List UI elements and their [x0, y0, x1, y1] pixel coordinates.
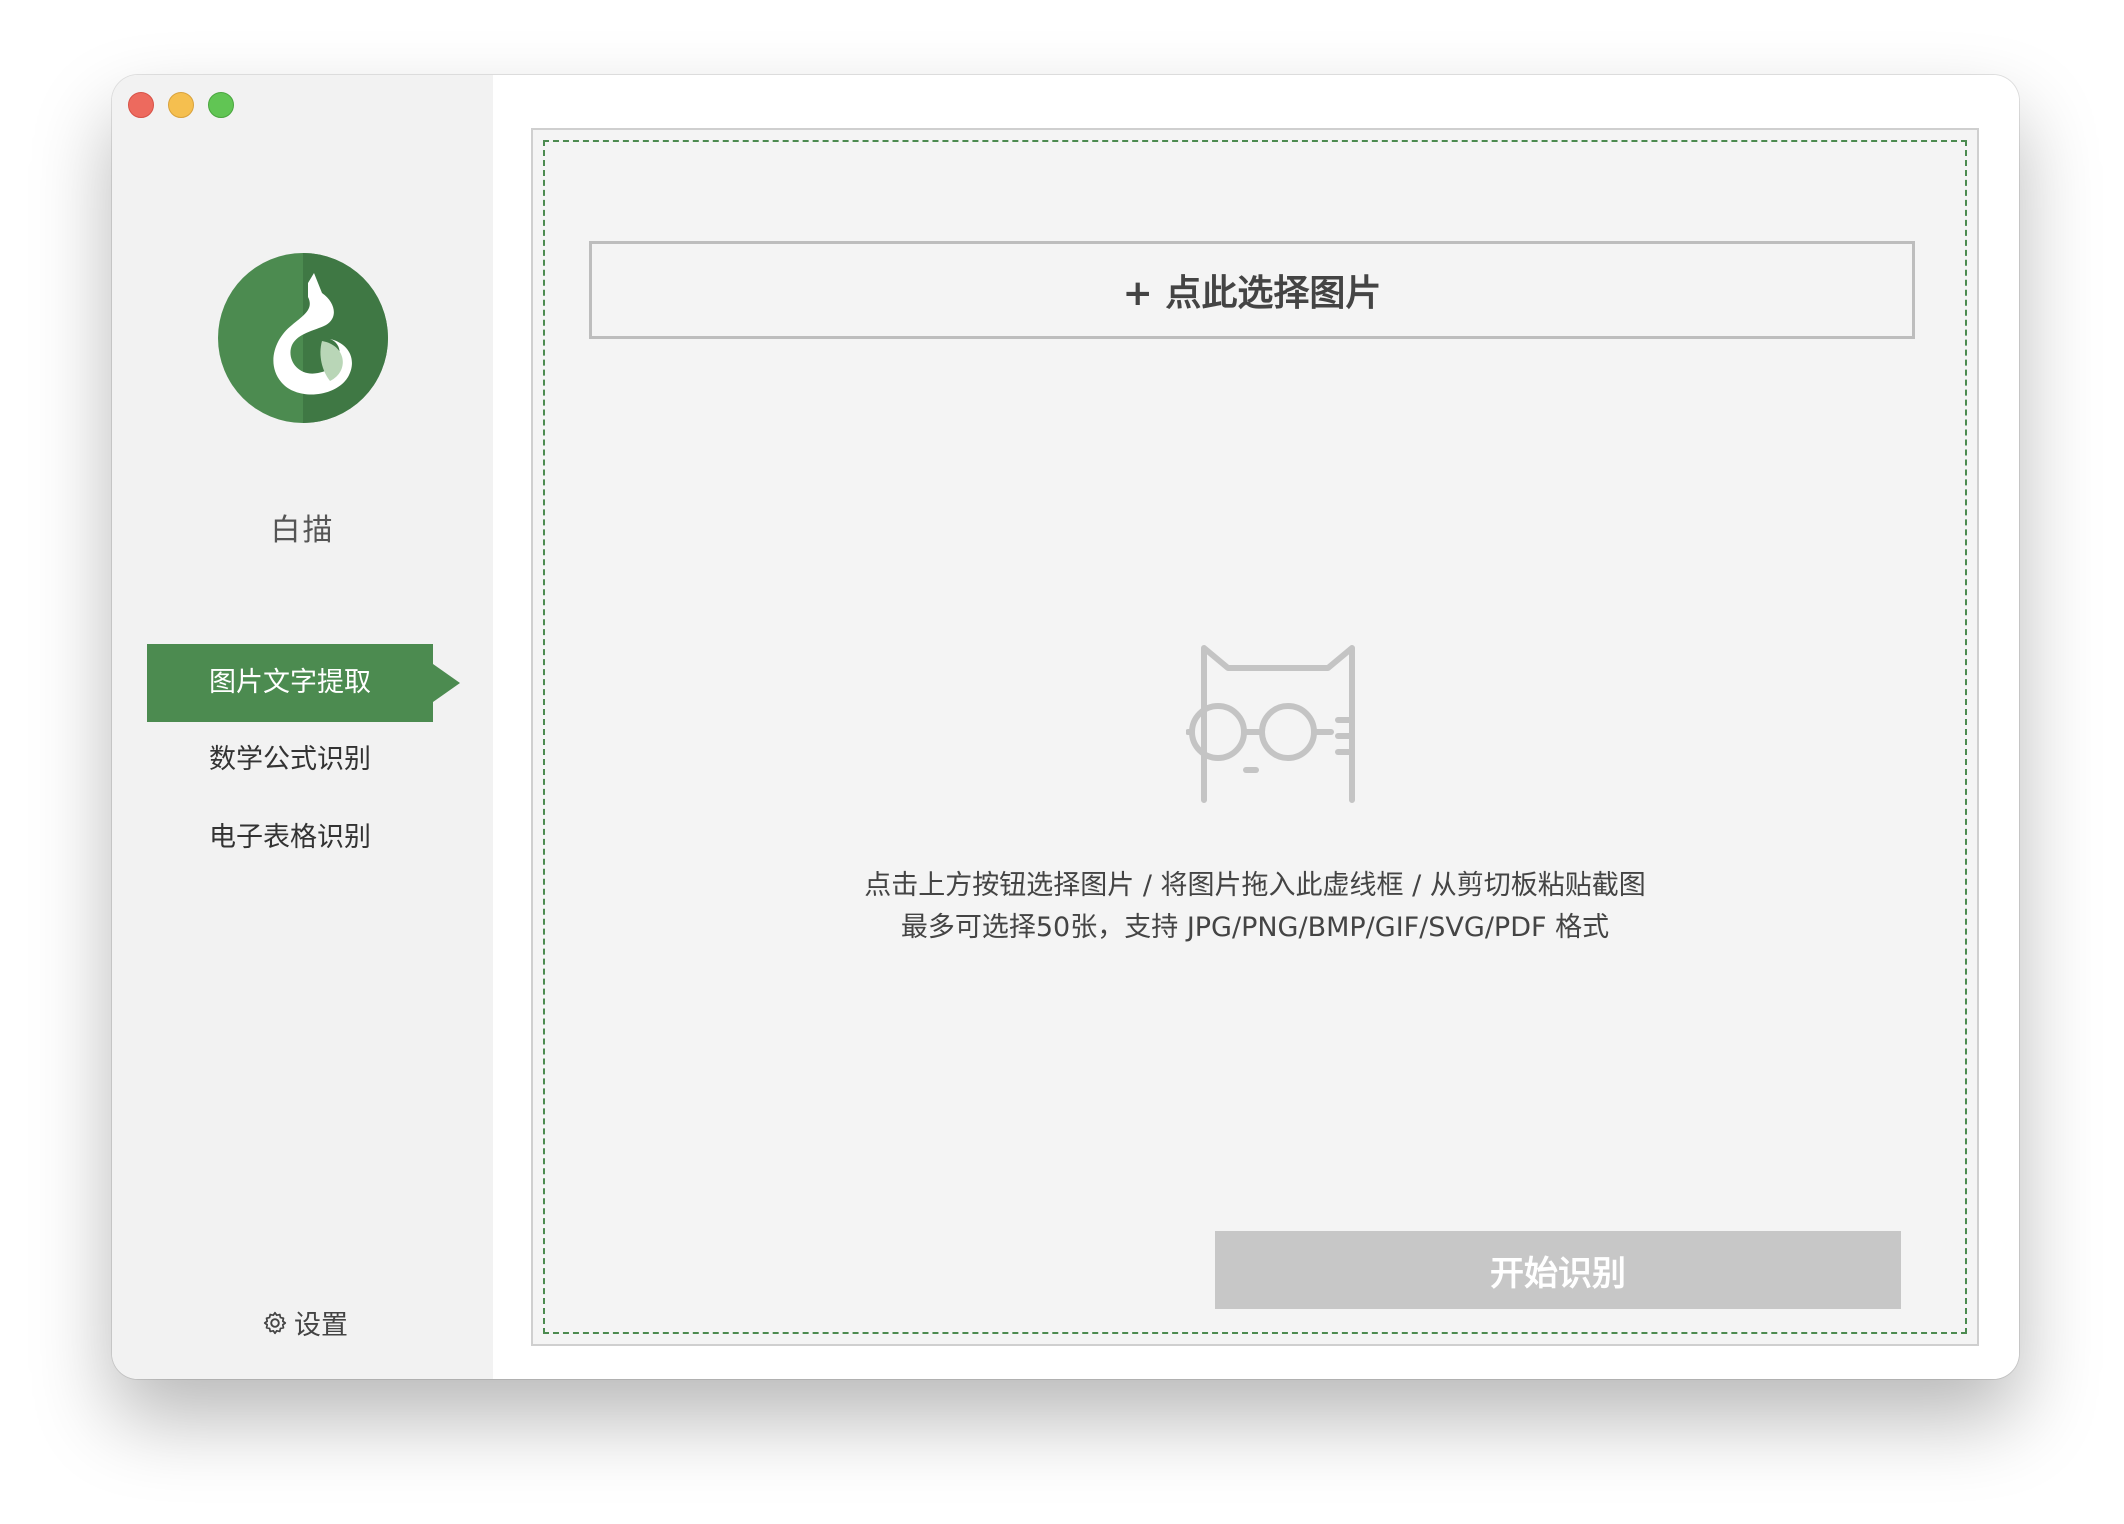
- app-window: 白描 图片文字提取 数学公式识别 电子表格识别 设置 + 点此选择图片 点击上方…: [112, 75, 2019, 1379]
- close-window-button[interactable]: [128, 92, 154, 118]
- hint-line-1: 点击上方按钮选择图片 / 将图片拖入此虚线框 / 从剪切板粘贴截图: [864, 870, 1646, 901]
- sidebar-item-image-text[interactable]: 图片文字提取: [147, 644, 460, 722]
- start-recognition-button[interactable]: 开始识别: [1215, 1231, 1901, 1309]
- cat-glasses-icon: [1186, 645, 1355, 803]
- white-cat-logo-icon: [218, 253, 388, 423]
- sidebar-item-math-formula[interactable]: 数学公式识别: [147, 721, 433, 799]
- settings-label: 设置: [294, 1310, 348, 1341]
- app-name: 白描: [270, 513, 335, 548]
- sidebar: 白描 图片文字提取 数学公式识别 电子表格识别 设置: [112, 75, 493, 1379]
- sidebar-item-spreadsheet[interactable]: 电子表格识别: [147, 799, 433, 877]
- minimize-window-button[interactable]: [168, 92, 194, 118]
- select-image-button[interactable]: + 点此选择图片: [589, 241, 1915, 339]
- drop-zone[interactable]: + 点此选择图片 点击上方按钮选择图片 / 将图片拖入此虚线框 / 从剪切板粘贴…: [531, 128, 1979, 1346]
- gear-icon: [263, 1311, 287, 1334]
- settings-button[interactable]: 设置: [262, 1303, 348, 1342]
- hint-line-2: 最多可选择50张，支持 JPG/PNG/BMP/GIF/SVG/PDF 格式: [900, 912, 1610, 943]
- main-panel: + 点此选择图片 点击上方按钮选择图片 / 将图片拖入此虚线框 / 从剪切板粘贴…: [493, 75, 2019, 1379]
- zoom-window-button[interactable]: [208, 92, 234, 118]
